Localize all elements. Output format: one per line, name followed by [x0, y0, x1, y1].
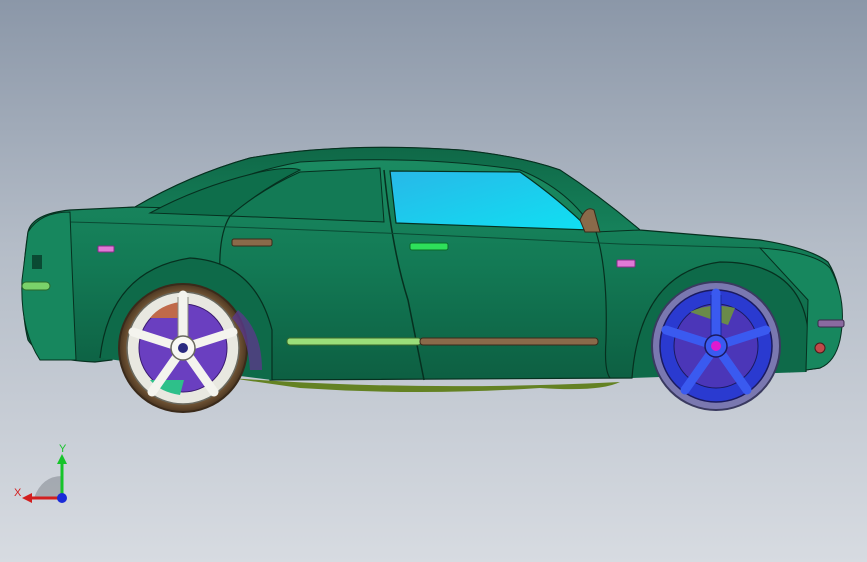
fog-light [814, 342, 826, 354]
triad-y-label: Y [59, 443, 67, 455]
front-wheel[interactable] [651, 281, 781, 411]
rear-door-handle [231, 238, 273, 247]
triad-plane [34, 476, 62, 498]
front-body-trim [419, 337, 599, 346]
front-marker-light [817, 319, 845, 328]
rear-marker-light [21, 281, 51, 291]
rear-lamp [32, 255, 42, 269]
triad-z-axis [57, 493, 67, 503]
rear-wheel[interactable] [118, 283, 248, 413]
graphics-viewport[interactable] [0, 0, 867, 562]
front-door-handle [409, 242, 449, 251]
reference-triad: Y X [12, 440, 82, 510]
triad-x-label: X [14, 487, 22, 499]
front-side-marker [616, 259, 636, 268]
rear-side-marker [97, 245, 115, 253]
rear-body-trim [286, 337, 422, 346]
car-model[interactable] [0, 0, 867, 562]
